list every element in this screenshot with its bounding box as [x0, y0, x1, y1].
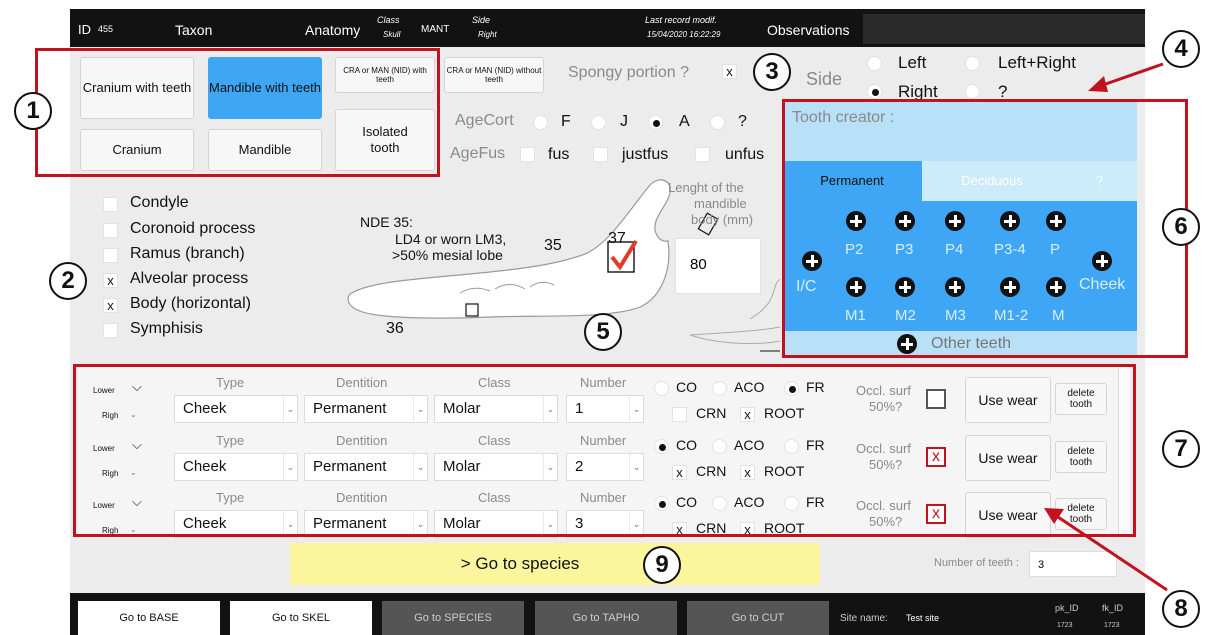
arrow-8-line [1054, 513, 1168, 592]
arrow-4-line [1099, 62, 1164, 88]
callout-3: 3 [753, 53, 791, 91]
callout-5: 5 [584, 313, 622, 351]
callout-4: 4 [1162, 30, 1200, 68]
callout-9: 9 [643, 546, 681, 584]
callout-6: 6 [1162, 208, 1200, 246]
callout-7: 7 [1162, 430, 1200, 468]
callout-2: 2 [49, 262, 87, 300]
arrow-4-head [1088, 76, 1108, 92]
arrow-8-head [1044, 508, 1064, 524]
callout-8: 8 [1162, 590, 1200, 628]
callout-1: 1 [14, 92, 52, 130]
